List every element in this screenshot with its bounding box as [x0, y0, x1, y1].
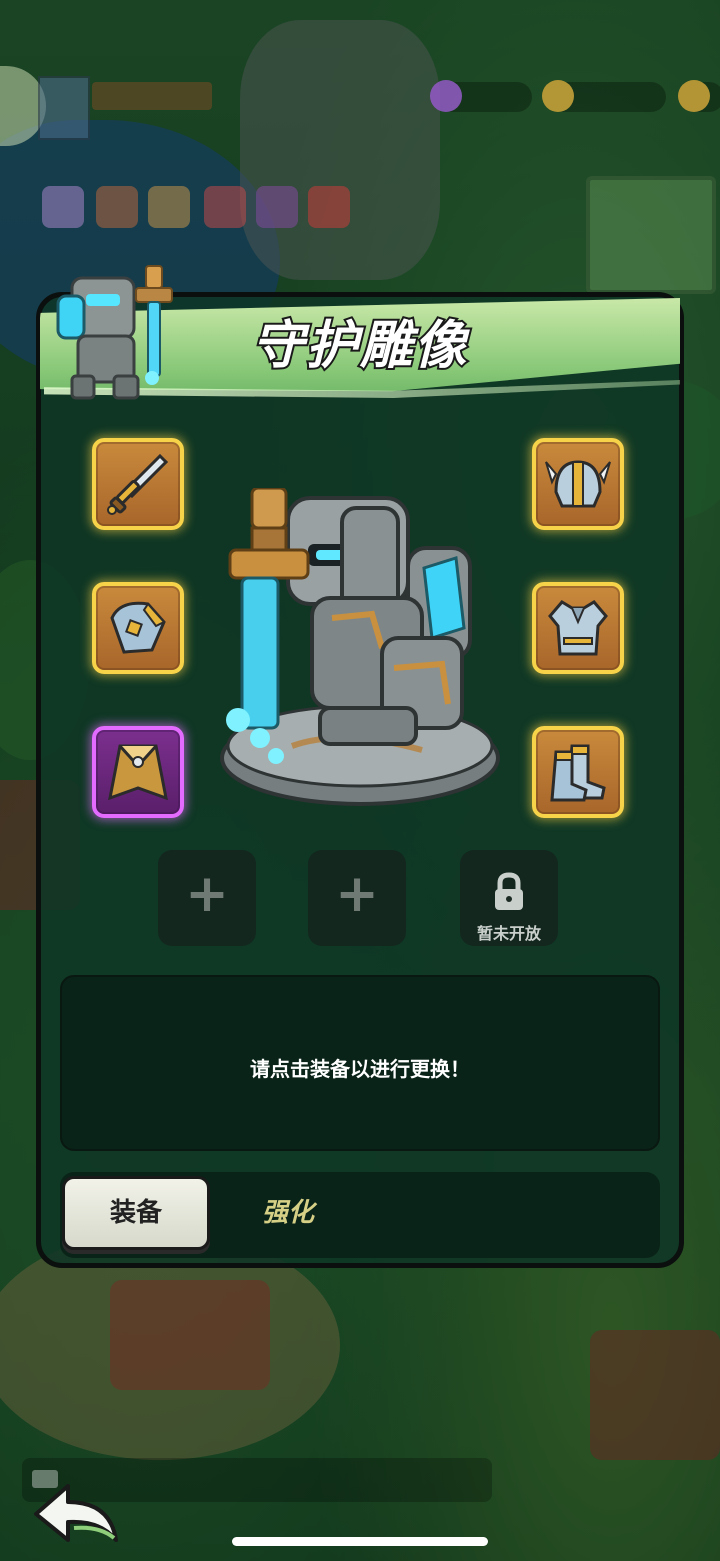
gem-icon	[430, 80, 462, 112]
resource-icon	[678, 80, 710, 112]
hero-avatar[interactable]	[96, 186, 138, 228]
hero-avatar[interactable]	[204, 186, 246, 228]
gem-counter[interactable]	[430, 80, 532, 112]
shoulder-guard-icon	[110, 601, 166, 654]
lock-icon	[495, 872, 523, 910]
equipment-info-box: 请点击装备以进行更换！	[60, 975, 660, 1151]
home-indicator[interactable]	[232, 1537, 488, 1546]
guardian-portrait-icon	[56, 265, 173, 400]
slot-shoulder[interactable]	[92, 582, 184, 674]
gem-socket-locked[interactable]: 暂未开放	[460, 850, 558, 946]
slot-cape[interactable]	[92, 726, 184, 818]
slot-weapon[interactable]	[92, 438, 184, 530]
player-avatar[interactable]	[38, 76, 90, 140]
add-icon: +	[185, 864, 229, 924]
hero-avatar[interactable]	[256, 186, 298, 228]
locked-label: 暂未开放	[476, 924, 541, 943]
gold-counter[interactable]	[542, 80, 666, 112]
sword-icon	[107, 453, 169, 515]
panel-title: 守护雕像	[250, 314, 468, 378]
cape-icon	[108, 744, 168, 801]
gem-socket-empty[interactable]: +	[158, 850, 256, 946]
gold-coin-icon	[542, 80, 574, 112]
hero-avatar[interactable]	[308, 186, 350, 228]
player-name-plate	[92, 82, 212, 110]
add-icon: +	[335, 864, 379, 924]
hero-avatar[interactable]	[42, 186, 84, 228]
slot-helmet[interactable]	[532, 438, 624, 530]
back-arrow-icon[interactable]	[30, 1478, 122, 1550]
tab-upgrade[interactable]: 强化	[262, 1192, 314, 1229]
slot-boots[interactable]	[532, 726, 624, 818]
helmet-icon	[545, 460, 611, 508]
hint-text: 请点击装备以进行更换！	[250, 1057, 470, 1081]
minimap[interactable]	[586, 176, 716, 294]
tab-equip[interactable]: 装备	[62, 1176, 210, 1250]
gem-socket-empty[interactable]: +	[308, 850, 406, 946]
slot-armor[interactable]	[532, 582, 624, 674]
boots-icon	[550, 744, 606, 802]
armor-icon	[548, 600, 608, 656]
guardian-statue-model	[220, 488, 500, 806]
extra-resource[interactable]	[678, 80, 720, 112]
hero-avatar[interactable]	[148, 186, 190, 228]
